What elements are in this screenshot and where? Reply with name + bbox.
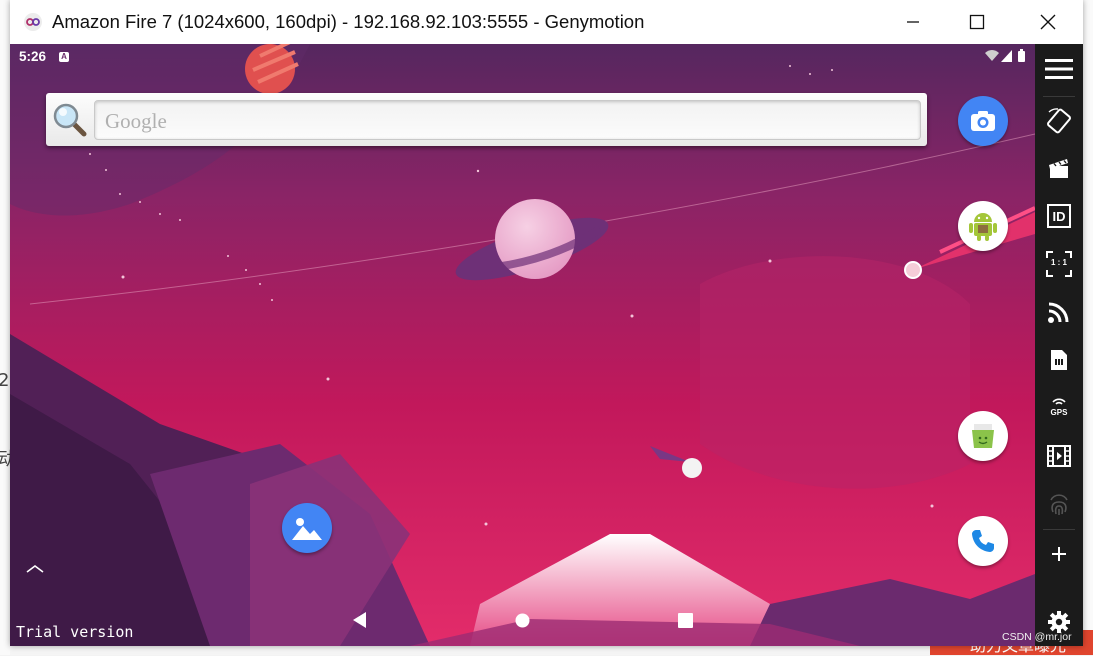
pixel-perfect-icon: 1 : 1 <box>1046 251 1072 277</box>
add-icon <box>1052 547 1066 561</box>
api-demos-app-icon[interactable] <box>958 201 1008 251</box>
fingerprint-icon <box>1050 494 1068 515</box>
maximize-icon <box>969 14 985 30</box>
cast-button[interactable] <box>1035 295 1083 329</box>
magnifier-icon <box>53 103 87 137</box>
add-button[interactable] <box>1035 537 1083 571</box>
back-icon[interactable] <box>353 612 367 628</box>
search-placeholder: Google <box>105 109 167 133</box>
host-page-left-edge: 2 动 <box>0 0 16 655</box>
identifiers-button[interactable]: ID <box>1035 199 1083 233</box>
phone-icon <box>972 530 994 552</box>
gallery-icon <box>292 518 322 540</box>
minimize-button[interactable] <box>883 0 943 44</box>
close-button[interactable] <box>1018 0 1078 44</box>
capture-button[interactable] <box>1035 151 1083 185</box>
sim-icon <box>1051 350 1067 370</box>
messaging-icon <box>972 424 994 448</box>
host-char: 2 <box>0 370 10 391</box>
status-clock: 5:26 <box>19 49 47 64</box>
app-drawer-handle-icon[interactable] <box>26 564 44 574</box>
menu-button[interactable] <box>1035 52 1083 86</box>
media-icon <box>1047 445 1071 467</box>
notification-icon: A <box>59 52 69 62</box>
identifiers-icon: ID <box>1047 204 1071 228</box>
wifi-icon <box>985 50 999 61</box>
battery-icon <box>1018 49 1025 62</box>
gps-label: GPS <box>1050 408 1068 417</box>
genymotion-window: Amazon Fire 7 (1024x600, 160dpi) - 192.1… <box>10 0 1083 646</box>
minimize-icon <box>907 21 919 23</box>
pixel-perfect-label: 1 : 1 <box>1050 258 1067 267</box>
android-icon <box>969 213 997 241</box>
signal-icon <box>1001 50 1012 62</box>
gps-icon: GPS <box>1046 395 1072 421</box>
window-title: Amazon Fire 7 (1024x600, 160dpi) - 192.1… <box>52 11 645 32</box>
home-icon[interactable] <box>515 613 530 628</box>
camera-app-icon[interactable] <box>958 96 1008 146</box>
search-input[interactable]: Google <box>94 100 921 140</box>
close-icon <box>1040 14 1056 30</box>
fingerprint-button[interactable] <box>1035 487 1083 521</box>
sim-button[interactable] <box>1035 343 1083 377</box>
genymotion-toolbar: ID 1 : 1 GPS <box>1035 44 1083 646</box>
menu-icon <box>1045 59 1073 79</box>
rotate-icon <box>1047 108 1071 134</box>
pixel-perfect-button[interactable]: 1 : 1 <box>1035 247 1083 281</box>
identifiers-label: ID <box>1052 208 1066 224</box>
phone-app-icon[interactable] <box>958 516 1008 566</box>
device-screen[interactable]: 5:26 A Google Trial version <box>10 44 1035 646</box>
trial-watermark: Trial version <box>16 623 134 641</box>
cast-icon <box>1048 302 1069 323</box>
camera-icon <box>971 111 995 131</box>
google-search-widget[interactable]: Google <box>46 93 927 146</box>
host-page-right-edge <box>1083 0 1093 655</box>
capture-icon <box>1049 159 1068 178</box>
csdn-watermark: CSDN @mr.jor <box>1002 631 1072 643</box>
media-button[interactable] <box>1035 439 1083 473</box>
maximize-button[interactable] <box>947 0 1007 44</box>
title-bar[interactable]: Amazon Fire 7 (1024x600, 160dpi) - 192.1… <box>10 0 1083 44</box>
status-bar: 5:26 A <box>10 44 1035 68</box>
gallery-app-icon[interactable] <box>282 503 332 553</box>
genymotion-logo-icon <box>24 13 42 31</box>
rotate-button[interactable] <box>1035 104 1083 138</box>
messaging-app-icon[interactable] <box>958 411 1008 461</box>
recents-icon[interactable] <box>678 613 693 628</box>
gps-button[interactable]: GPS <box>1035 391 1083 425</box>
